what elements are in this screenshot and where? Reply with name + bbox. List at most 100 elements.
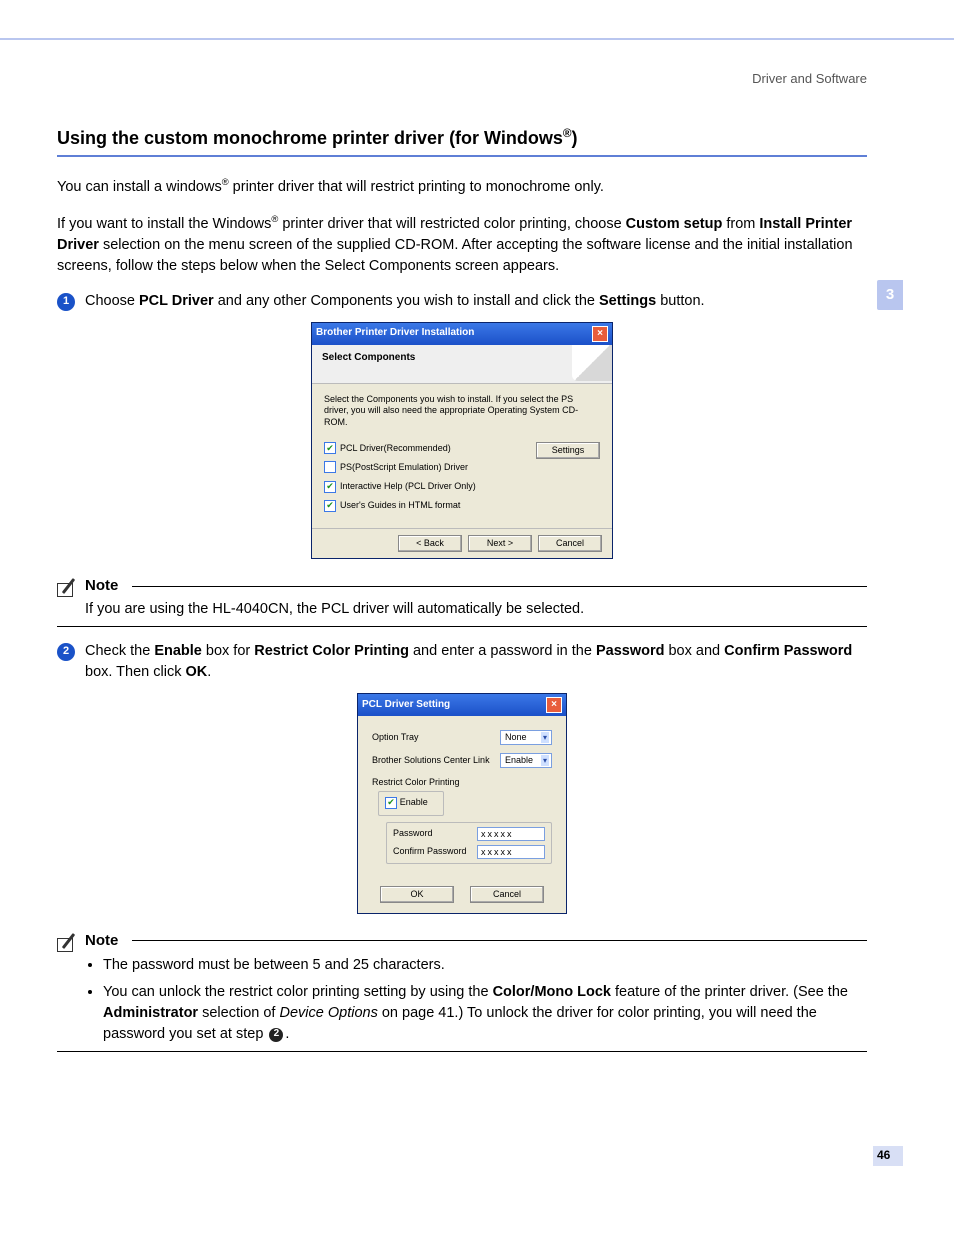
intro-a: You can install a windows <box>57 179 222 195</box>
step-badge-2: 2 <box>57 643 75 661</box>
solutions-link-select[interactable]: Enable ▾ <box>500 753 552 768</box>
registered-mark: ® <box>222 176 229 187</box>
chevron-down-icon: ▾ <box>541 755 549 767</box>
step-2: 2 Check the Enable box for Restrict Colo… <box>57 641 867 683</box>
checkbox-icon: ✔ <box>324 500 336 512</box>
cancel-button[interactable]: Cancel <box>538 535 602 552</box>
note-label: Note <box>85 930 118 952</box>
step-1: 1 Choose PCL Driver and any other Compon… <box>57 291 867 312</box>
confirm-password-label: Confirm Password <box>393 845 467 858</box>
top-border <box>0 0 954 40</box>
component-checklist: ✔ PCL Driver(Recommended) PS(PostScript E… <box>324 442 476 518</box>
device-options-italic: Device Options <box>280 1005 378 1021</box>
select-value: None <box>505 731 527 744</box>
pcl-driver-setting-dialog: PCL Driver Setting × Option Tray None▾ B… <box>357 693 567 914</box>
cancel-button[interactable]: Cancel <box>470 886 544 903</box>
dialog-head-label: Select Components <box>322 351 415 366</box>
note-rule <box>132 940 867 941</box>
s2b: box for <box>202 643 254 659</box>
custom-setup-bold: Custom setup <box>626 216 723 232</box>
n2e: . <box>285 1026 289 1042</box>
confirm-password-bold: Confirm Password <box>724 643 852 659</box>
close-icon[interactable]: × <box>546 697 562 713</box>
chk-label: Interactive Help (PCL Driver Only) <box>340 480 476 493</box>
enable-group: ✔ Enable <box>378 791 444 816</box>
note-2-list: The password must be between 5 and 25 ch… <box>85 955 867 1045</box>
enable-label: Enable <box>400 797 428 807</box>
chk-users-guide[interactable]: ✔ User's Guides in HTML format <box>324 499 476 512</box>
setup-paragraph: If you want to install the Windows® prin… <box>57 212 867 277</box>
note-2-item-1: The password must be between 5 and 25 ch… <box>103 955 867 976</box>
confirm-password-input[interactable]: xxxxx <box>477 845 545 859</box>
chk-label: User's Guides in HTML format <box>340 499 460 512</box>
intro-paragraph: You can install a windows® printer drive… <box>57 175 867 198</box>
checkbox-icon[interactable]: ✔ <box>385 797 397 809</box>
p2c: from <box>722 216 759 232</box>
password-bold: Password <box>596 643 665 659</box>
chapter-side-tab: 3 <box>877 280 903 310</box>
ok-button[interactable]: OK <box>380 886 454 903</box>
s2c: and enter a password in the <box>409 643 596 659</box>
registered-mark: ® <box>563 127 572 140</box>
settings-button[interactable]: Settings <box>536 442 600 459</box>
note-end-rule <box>57 626 867 627</box>
select-value: Enable <box>505 754 533 767</box>
chk-label: PS(PostScript Emulation) Driver <box>340 461 468 474</box>
heading-text: Using the custom monochrome printer driv… <box>57 128 563 148</box>
step-badge-2-inline: 2 <box>269 1028 283 1042</box>
s1a: Choose <box>85 293 139 309</box>
enable-bold: Enable <box>154 643 202 659</box>
dialog-instruction: Select the Components you wish to instal… <box>324 394 600 428</box>
password-input[interactable]: xxxxx <box>477 827 545 841</box>
n2b: feature of the printer driver. (See the <box>611 984 848 1000</box>
page-title: Using the custom monochrome printer driv… <box>57 125 867 151</box>
n2a: You can unlock the restrict color printi… <box>103 984 493 1000</box>
note-2-item-2: You can unlock the restrict color printi… <box>103 982 867 1045</box>
note-rule <box>132 586 867 587</box>
administrator-bold: Administrator <box>103 1005 198 1021</box>
chevron-down-icon: ▾ <box>541 732 549 744</box>
next-button[interactable]: Next > <box>468 535 532 552</box>
p2b: printer driver that will restricted colo… <box>278 216 625 232</box>
color-mono-lock-bold: Color/Mono Lock <box>493 984 611 1000</box>
p2d: selection on the menu screen of the supp… <box>57 237 853 274</box>
n2c: selection of <box>198 1005 279 1021</box>
note-pencil-icon <box>57 932 79 950</box>
p2a: If you want to install the Windows <box>57 216 271 232</box>
chk-ps-driver[interactable]: PS(PostScript Emulation) Driver <box>324 461 476 474</box>
s2d: box and <box>664 643 724 659</box>
note-1-text: If you are using the HL-4040CN, the PCL … <box>85 599 867 620</box>
note-end-rule <box>57 1051 867 1052</box>
checkbox-icon: ✔ <box>324 481 336 493</box>
step-badge-1: 1 <box>57 293 75 311</box>
ok-bold: OK <box>185 664 207 680</box>
s2e: box. Then click <box>85 664 185 680</box>
checkbox-icon: ✔ <box>324 442 336 454</box>
s1b: and any other Components you wish to ins… <box>214 293 599 309</box>
select-components-dialog: Brother Printer Driver Installation × Se… <box>311 322 613 559</box>
password-label: Password <box>393 827 433 840</box>
restrict-color-label: Restrict Color Printing <box>372 776 552 789</box>
option-tray-label: Option Tray <box>372 731 419 744</box>
running-head: Driver and Software <box>57 70 867 89</box>
password-group: Password xxxxx Confirm Password xxxxx <box>386 822 552 864</box>
note-2: Note The password must be between 5 and … <box>57 930 867 1053</box>
option-tray-select[interactable]: None ▾ <box>500 730 552 745</box>
pcl-driver-bold: PCL Driver <box>139 293 214 309</box>
s2a: Check the <box>85 643 154 659</box>
chk-label: PCL Driver(Recommended) <box>340 442 451 455</box>
page-curl-graphic <box>572 345 612 381</box>
intro-b: printer driver that will restrict printi… <box>229 179 604 195</box>
s1c: button. <box>656 293 704 309</box>
note-1: Note If you are using the HL-4040CN, the… <box>57 575 867 627</box>
close-icon[interactable]: × <box>592 326 608 342</box>
dialog-title: Brother Printer Driver Installation <box>316 326 474 341</box>
checkbox-icon <box>324 461 336 473</box>
dialog-titlebar: Brother Printer Driver Installation × <box>312 323 612 345</box>
back-button[interactable]: < Back <box>398 535 462 552</box>
chk-pcl-driver[interactable]: ✔ PCL Driver(Recommended) <box>324 442 476 455</box>
heading-suffix: ) <box>572 128 578 148</box>
page-number: 46 <box>873 1146 903 1166</box>
chk-interactive-help[interactable]: ✔ Interactive Help (PCL Driver Only) <box>324 480 476 493</box>
dialog-titlebar: PCL Driver Setting × <box>358 694 566 716</box>
